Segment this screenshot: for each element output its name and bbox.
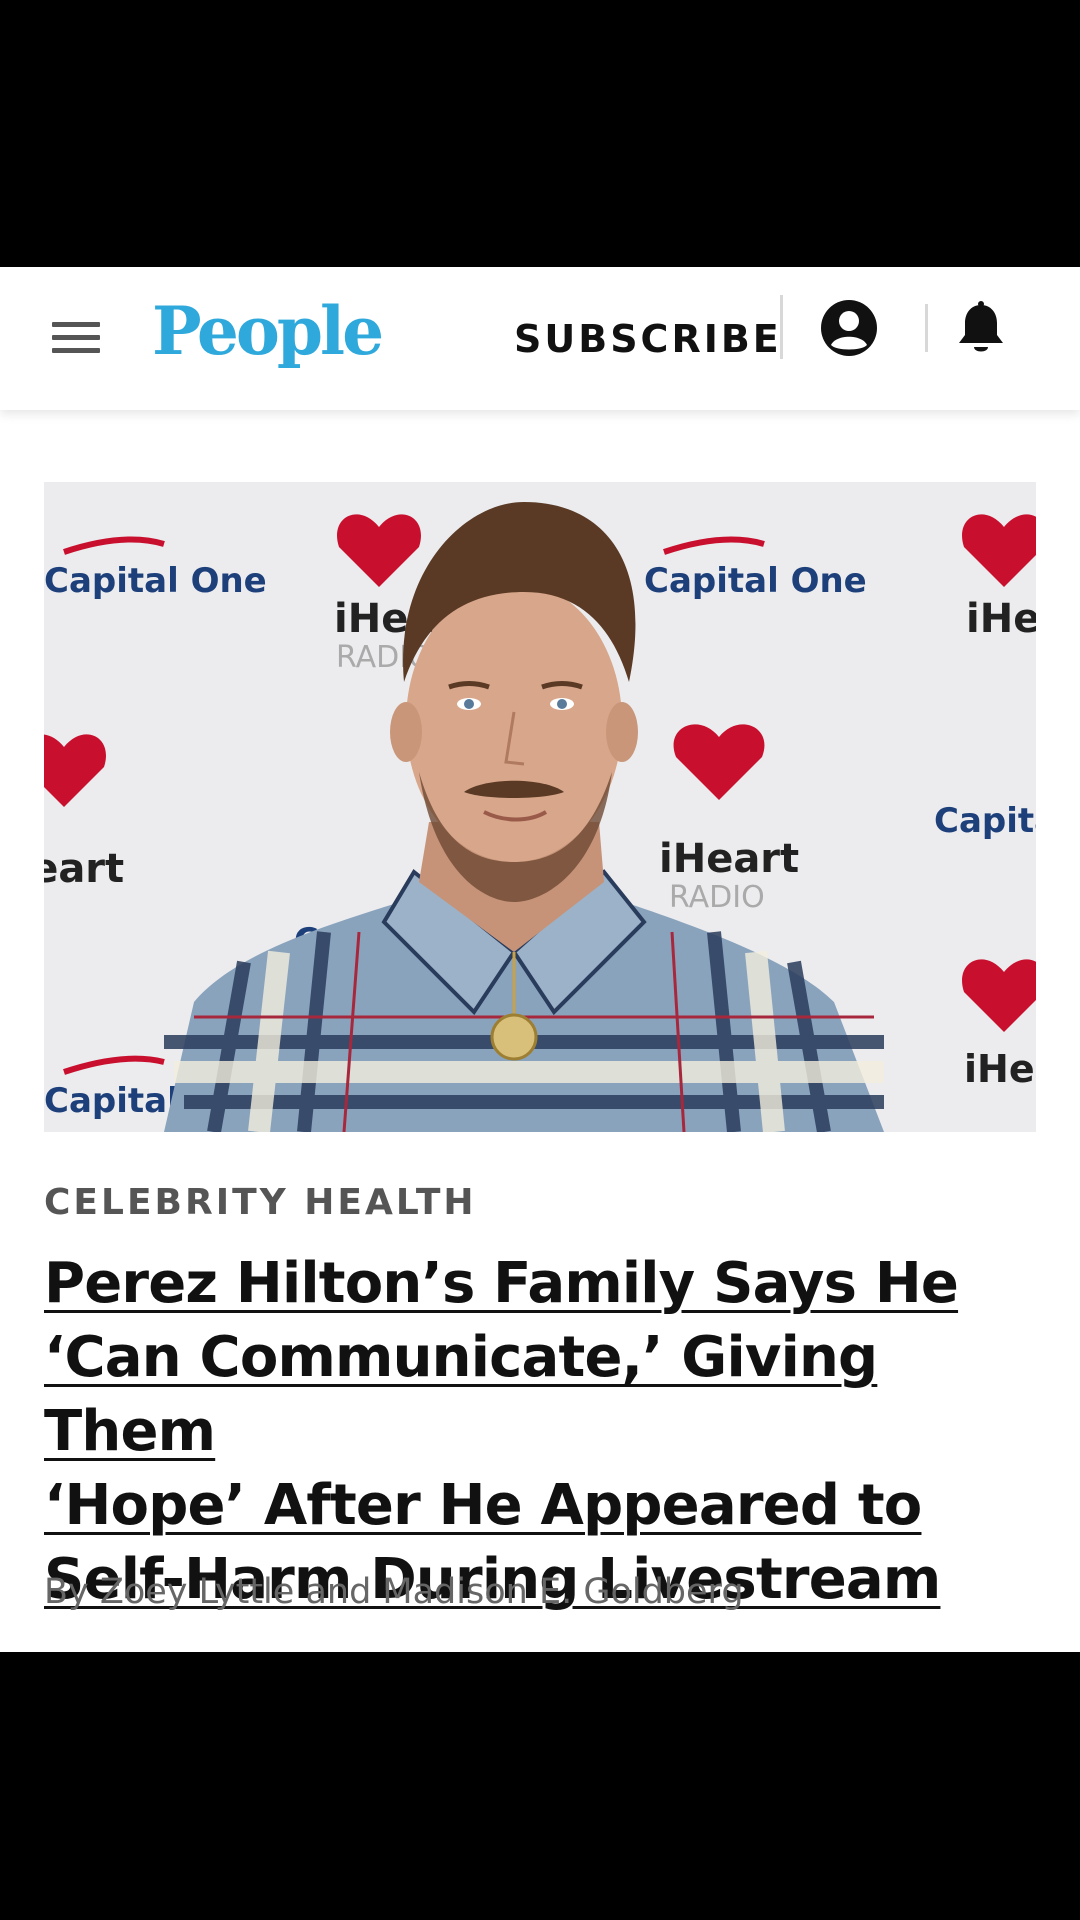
article-headline[interactable]: Perez Hilton’s Family Says He ‘Can Commu… xyxy=(44,1247,1044,1617)
headline-line: ‘Can Communicate,’ Giving Them xyxy=(44,1325,878,1464)
hamburger-menu-icon[interactable] xyxy=(50,311,104,365)
backdrop-text: iHeart xyxy=(966,596,1036,642)
header-divider xyxy=(925,304,928,352)
status-bar-area xyxy=(0,0,1080,267)
bell-icon[interactable] xyxy=(955,301,1007,357)
backdrop-text: Capital One xyxy=(934,801,1036,841)
bottom-black-area xyxy=(0,1652,1080,1920)
backdrop-text: RADIO xyxy=(669,880,765,915)
people-logo[interactable]: People xyxy=(152,291,384,371)
headline-line: Perez Hilton’s Family Says He xyxy=(44,1251,959,1316)
header-divider xyxy=(780,295,783,359)
menu-line xyxy=(52,322,100,327)
article-category[interactable]: CELEBRITY HEALTH xyxy=(44,1182,477,1223)
backdrop-text: iHeart xyxy=(964,1047,1036,1091)
backdrop-text: iHeart xyxy=(44,846,124,892)
article-byline: By Zoey Lyttle and Madison E. Goldberg xyxy=(44,1572,744,1612)
site-header: People SUBSCRIBE xyxy=(0,267,1080,410)
backdrop-text: iHeart xyxy=(659,836,799,882)
backdrop-text: Capital One xyxy=(44,561,267,601)
menu-line xyxy=(52,335,100,340)
backdrop-text: Capital One xyxy=(644,561,867,601)
subscribe-button[interactable]: SUBSCRIBE xyxy=(514,311,782,367)
menu-line xyxy=(52,348,100,353)
account-circle-icon[interactable] xyxy=(820,299,878,357)
article-page: People SUBSCRIBE Capital One Capital One… xyxy=(0,267,1080,1652)
hero-image[interactable]: Capital One Capital One Capital One Capi… xyxy=(44,482,1036,1132)
headline-line: ‘Hope’ After He Appeared to xyxy=(44,1473,922,1538)
